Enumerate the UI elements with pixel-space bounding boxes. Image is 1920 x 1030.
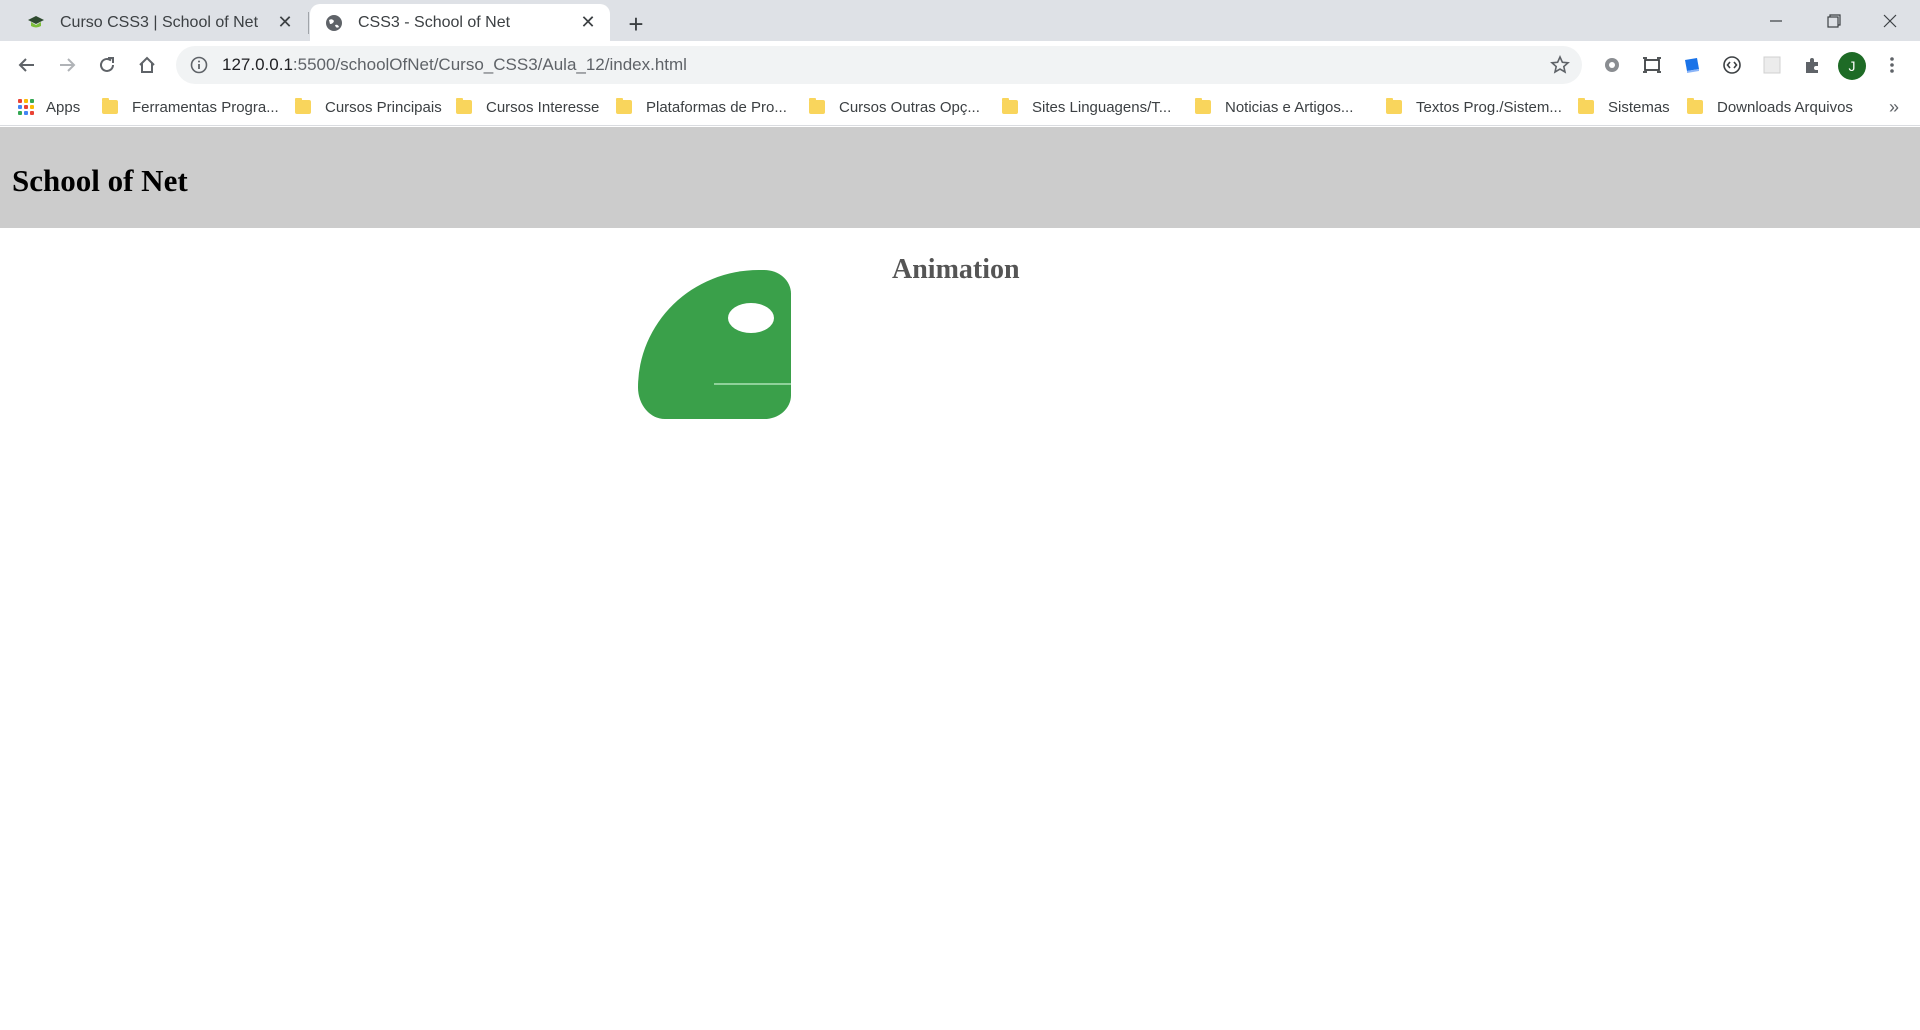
bookmark-folder[interactable]: Textos Prog./Sistem... [1386,95,1562,119]
tab-strip: Curso CSS3 | School of Net ✕ CSS3 - Scho… [0,0,1920,41]
bookmarks-bar: Apps Ferramentas Progra... Cursos Princi… [0,88,1920,126]
restore-icon[interactable] [1806,0,1862,41]
folder-icon [102,98,118,114]
screenshot-extension-icon[interactable] [1640,53,1664,77]
book-extension-icon[interactable] [1680,53,1704,77]
bookmark-label: Cursos Interesse [486,98,600,116]
bookmark-folder[interactable]: Plataformas de Pro... [616,95,787,119]
home-icon[interactable] [130,48,164,82]
tab-title: CSS3 - School of Net [358,13,511,31]
url-host: 127.0.0.1 [222,55,293,74]
tab-separator [308,12,309,34]
extensions-puzzle-icon[interactable] [1800,53,1824,77]
animated-green-blob [638,270,791,419]
browser-toolbar: 127.0.0.1:5500/schoolOfNet/Curso_CSS3/Au… [0,41,1920,88]
folder-icon [1687,98,1703,114]
bookmark-folder[interactable]: Sites Linguagens/T... [1002,95,1171,119]
code-brackets-extension-icon[interactable] [1720,53,1744,77]
bookmark-label: Sistemas [1608,98,1670,116]
minimize-icon[interactable] [1748,0,1804,41]
folder-icon [1578,98,1594,114]
bookmark-folder[interactable]: Noticias e Artigos... [1195,95,1353,119]
bookmark-label: Textos Prog./Sistem... [1416,98,1562,116]
bookmark-folder[interactable]: Cursos Interesse [456,95,599,119]
page-header: School of Net [0,127,1920,228]
new-tab-button[interactable]: + [620,8,652,40]
bookmarks-overflow-chevron-icon[interactable]: » [1882,95,1906,119]
apps-grid-icon [18,99,34,115]
forward-arrow-icon[interactable] [50,48,84,82]
folder-icon [616,98,632,114]
tab-css3-school-of-net[interactable]: CSS3 - School of Net ✕ [310,4,610,41]
bookmark-folder[interactable]: Sistemas [1578,95,1670,119]
close-tab-icon[interactable]: ✕ [273,11,297,35]
bookmark-folder[interactable]: Cursos Outras Opç... [809,95,980,119]
bookmark-folder[interactable]: Downloads Arquivos [1687,95,1853,119]
close-tab-icon[interactable]: ✕ [576,11,600,35]
bookmark-label: Noticias e Artigos... [1225,98,1354,116]
folder-icon [295,98,311,114]
url-path: :5500/schoolOfNet/Curso_CSS3/Aula_12/ind… [292,55,687,74]
url-text: 127.0.0.1:5500/schoolOfNet/Curso_CSS3/Au… [222,55,687,75]
bookmark-label: Cursos Principais [325,98,442,116]
bookmark-star-icon[interactable] [1548,53,1572,77]
profile-avatar[interactable]: J [1838,52,1866,80]
close-window-icon[interactable] [1862,0,1918,41]
blank-extension-icon[interactable] [1760,53,1784,77]
tab-curso-css3[interactable]: Curso CSS3 | School of Net ✕ [12,4,307,41]
reload-icon[interactable] [90,48,124,82]
bookmark-label: Sites Linguagens/T... [1032,98,1172,116]
menu-dots-icon[interactable] [1880,53,1904,77]
settings-gear-extension-icon[interactable] [1600,53,1624,77]
bookmark-label: Cursos Outras Opç... [839,98,980,116]
page-title: School of Net [12,163,188,198]
address-bar[interactable]: 127.0.0.1:5500/schoolOfNet/Curso_CSS3/Au… [176,46,1582,84]
tab-title: Curso CSS3 | School of Net [60,13,259,31]
folder-icon [456,98,472,114]
folder-icon [809,98,825,114]
back-arrow-icon[interactable] [10,48,44,82]
bookmark-label: Plataformas de Pro... [646,98,787,116]
folder-icon [1002,98,1018,114]
bookmark-label: Apps [46,98,81,116]
school-of-net-favicon [26,13,46,33]
blob-eye [728,303,774,333]
bookmark-label: Downloads Arquivos [1717,98,1853,116]
globe-icon [324,13,344,33]
bookmark-folder[interactable]: Ferramentas Progra... [102,95,279,119]
folder-icon [1195,98,1211,114]
bookmark-apps[interactable]: Apps [18,95,80,119]
blob-mouth-line [714,383,791,385]
bookmark-label: Ferramentas Progra... [132,98,279,116]
site-info-icon[interactable] [188,54,210,76]
bookmark-folder[interactable]: Cursos Principais [295,95,442,119]
animation-heading: Animation [892,254,1020,285]
folder-icon [1386,98,1402,114]
